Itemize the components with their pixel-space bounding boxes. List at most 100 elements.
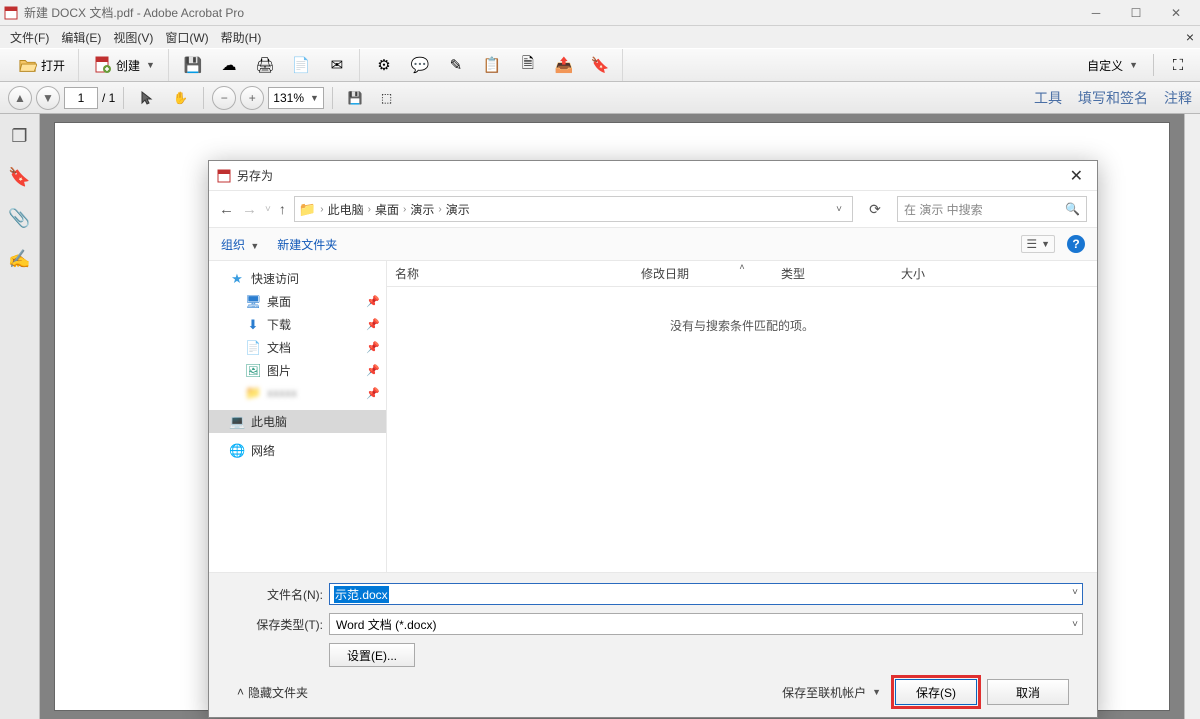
comment-icon[interactable]: 💬	[404, 52, 436, 78]
page-number-input[interactable]	[64, 87, 98, 109]
zoom-in-button[interactable]: +	[240, 86, 264, 110]
tree-this-pc[interactable]: 💻 此电脑	[209, 410, 386, 433]
col-size[interactable]: 大小	[893, 261, 973, 286]
tree-quick-access[interactable]: ★ 快速访问	[209, 267, 386, 290]
star-icon: ★	[229, 271, 245, 287]
col-date[interactable]: 修改日期	[633, 261, 773, 286]
tree-downloads[interactable]: ⬇ 下载 📌	[209, 313, 386, 336]
empty-message: 没有与搜索条件匹配的项。	[387, 287, 1097, 572]
link-tools[interactable]: 工具	[1034, 88, 1062, 108]
breadcrumb-item[interactable]: 演示	[446, 201, 470, 218]
cloud-icon[interactable]: ☁	[213, 52, 245, 78]
maximize-button[interactable]: ☐	[1116, 1, 1156, 25]
mail-icon[interactable]: ✉	[321, 52, 353, 78]
search-input[interactable]: 在 演示 中搜索 🔍	[897, 196, 1087, 222]
breadcrumb-dropdown[interactable]: ˅	[830, 204, 848, 215]
pointer-icon[interactable]	[132, 86, 162, 110]
breadcrumb[interactable]: 📁 › 此电脑 › 桌面 › 演示 › 演示 ˅	[294, 196, 853, 222]
dialog-body: ★ 快速访问 🖥 桌面 📌 ⬇ 下载 📌 📄 文档 📌 🖼 图片 �	[209, 261, 1097, 572]
minimize-button[interactable]: ─	[1076, 1, 1116, 25]
chevron-down-icon: ▼	[310, 93, 319, 103]
view-options[interactable]: ☰ ▼	[1021, 235, 1055, 253]
gear-icon[interactable]: ⚙	[368, 52, 400, 78]
chevron-up-icon: ˄	[237, 685, 244, 699]
save-as-dialog: 另存为 ✕ ← → ˅ ↑ 📁 › 此电脑 › 桌面 › 演示 › 演示 ˅ ⟳…	[208, 160, 1098, 718]
sort-indicator: ˄	[739, 262, 744, 272]
breadcrumb-item[interactable]: 桌面	[375, 201, 399, 218]
doc-close-icon[interactable]: ×	[1186, 29, 1194, 45]
create-button[interactable]: 创建 ▼	[87, 52, 162, 78]
breadcrumb-item[interactable]: 此电脑	[328, 201, 364, 218]
scrollbar[interactable]	[1184, 114, 1200, 719]
print-icon[interactable]: 🖨	[249, 52, 281, 78]
network-icon: 🌐	[229, 443, 245, 459]
close-button[interactable]: ✕	[1156, 1, 1196, 25]
tree-documents[interactable]: 📄 文档 📌	[209, 336, 386, 359]
dialog-close-button[interactable]: ✕	[1064, 166, 1089, 186]
cancel-button[interactable]: 取消	[987, 679, 1069, 705]
col-name[interactable]: 名称	[387, 261, 633, 286]
export-icon[interactable]: 📄	[285, 52, 317, 78]
folder-tree: ★ 快速访问 🖥 桌面 📌 ⬇ 下载 📌 📄 文档 📌 🖼 图片 �	[209, 261, 387, 572]
menu-edit[interactable]: 编辑(E)	[55, 27, 107, 48]
main-toolbar: 打开 创建 ▼ 💾 ☁ 🖨 📄 ✉ ⚙ 💬 ✎ 📋 🗎 📤 🔖 自定义 ▼ ⛶	[0, 48, 1200, 82]
open-button[interactable]: 打开	[12, 52, 72, 78]
zoom-select[interactable]: 131% ▼	[268, 87, 324, 109]
menubar: 文件(F) 编辑(E) 视图(V) 窗口(W) 帮助(H) ×	[0, 26, 1200, 48]
new-folder-button[interactable]: 新建文件夹	[277, 236, 337, 253]
filename-label: 文件名(N):	[223, 586, 323, 603]
list-header: ˄ 名称 修改日期 类型 大小	[387, 261, 1097, 287]
zoom-value: 131%	[273, 91, 304, 105]
filename-value: 示范.docx	[334, 586, 389, 603]
back-button[interactable]: ←	[219, 201, 234, 218]
help-icon[interactable]: ?	[1067, 235, 1085, 253]
filetype-label: 保存类型(T):	[223, 616, 323, 633]
pin-icon: 📌	[366, 318, 380, 331]
tree-network[interactable]: 🌐 网络	[209, 439, 386, 462]
save-button[interactable]: 保存(S)	[895, 679, 977, 705]
col-type[interactable]: 类型	[773, 261, 893, 286]
filename-input[interactable]: 示范.docx ˅	[329, 583, 1083, 605]
link-fillsign[interactable]: 填写和签名	[1078, 88, 1148, 108]
organize-button[interactable]: 组织 ▼	[221, 236, 259, 253]
tree-blurred-item[interactable]: 📁 xxxxx 📌	[209, 382, 386, 404]
tree-desktop[interactable]: 🖥 桌面 📌	[209, 290, 386, 313]
clipboard-icon[interactable]: 📋	[476, 52, 508, 78]
send-icon[interactable]: 📤	[548, 52, 580, 78]
chevron-down-icon[interactable]: ˅	[1072, 619, 1078, 630]
recent-dropdown[interactable]: ˅	[265, 204, 271, 215]
zoom-out-button[interactable]: −	[212, 86, 236, 110]
customize-button[interactable]: 自定义 ▼	[1080, 53, 1145, 78]
breadcrumb-item[interactable]: 演示	[410, 201, 434, 218]
pin-icon: 📌	[366, 341, 380, 354]
save-icon[interactable]: 💾	[177, 52, 209, 78]
hide-folders-toggle[interactable]: ˄ 隐藏文件夹	[237, 684, 308, 701]
attachment-icon[interactable]: 📎	[8, 208, 30, 229]
fit-page-icon[interactable]: ⬚	[374, 87, 399, 109]
signatures-icon[interactable]: ✍	[8, 249, 30, 270]
tree-pictures[interactable]: 🖼 图片 📌	[209, 359, 386, 382]
refresh-button[interactable]: ⟳	[861, 196, 889, 222]
filetype-select[interactable]: Word 文档 (*.docx) ˅	[329, 613, 1083, 635]
hand-icon[interactable]: ✋	[166, 87, 195, 109]
bookmark-icon[interactable]: 🔖	[8, 167, 30, 188]
save-to-account-button[interactable]: 保存至联机帐户 ▼	[778, 682, 885, 703]
menu-view[interactable]: 视图(V)	[107, 27, 159, 48]
edit-text-icon[interactable]: ✎	[440, 52, 472, 78]
list-view-icon: ☰	[1026, 237, 1037, 251]
save-copy-icon[interactable]: 💾	[341, 87, 370, 109]
menu-help[interactable]: 帮助(H)	[215, 27, 268, 48]
menu-window[interactable]: 窗口(W)	[159, 27, 214, 48]
menu-file[interactable]: 文件(F)	[4, 27, 55, 48]
form-icon[interactable]: 🗎	[512, 52, 544, 78]
forward-button[interactable]: →	[242, 201, 257, 218]
expand-icon[interactable]: ⛶	[1162, 52, 1194, 78]
settings-button[interactable]: 设置(E)...	[329, 643, 415, 667]
chevron-down-icon[interactable]: ˅	[1072, 587, 1078, 598]
page-down-button[interactable]: ▼	[36, 86, 60, 110]
thumbnails-icon[interactable]: ❐	[11, 126, 27, 147]
up-button[interactable]: ↑	[279, 201, 286, 217]
stamp-icon[interactable]: 🔖	[584, 52, 616, 78]
link-comment[interactable]: 注释	[1164, 88, 1192, 108]
page-up-button[interactable]: ▲	[8, 86, 32, 110]
